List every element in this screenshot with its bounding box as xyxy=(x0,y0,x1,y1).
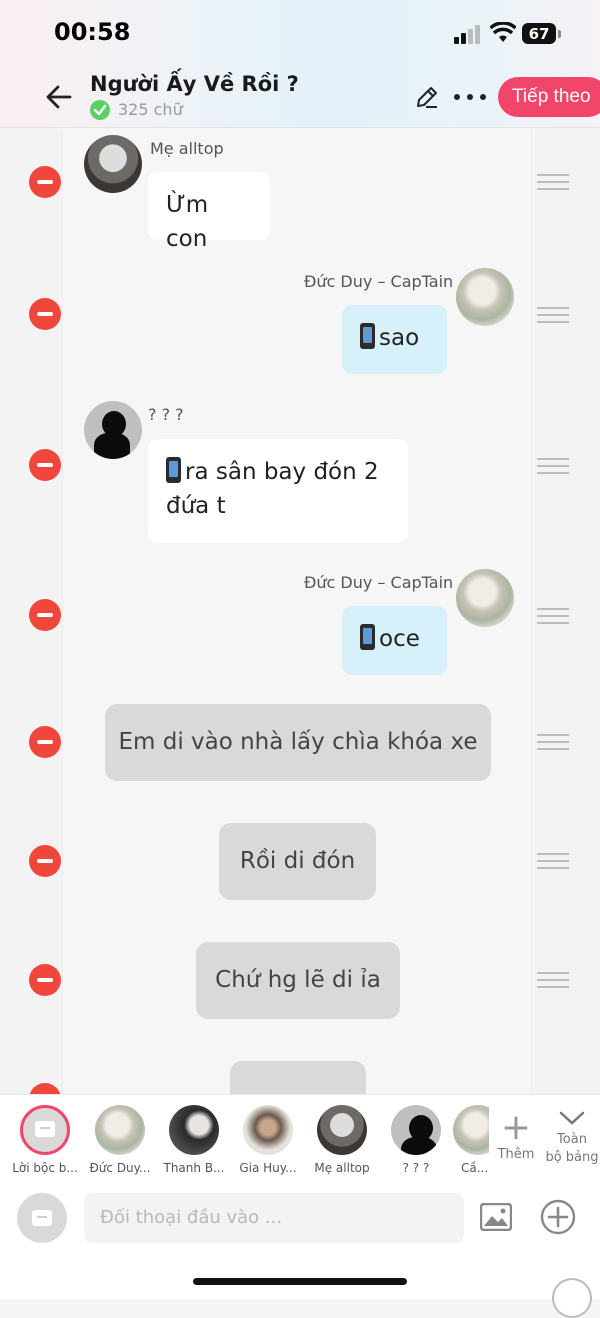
battery-icon: 67 xyxy=(522,23,556,44)
add-character-button[interactable]: + Thêm xyxy=(496,1107,536,1163)
plus-icon: + xyxy=(500,1107,532,1148)
image-icon[interactable] xyxy=(480,1203,512,1231)
character-narrator[interactable]: Lời bộc b... xyxy=(8,1105,82,1175)
check-icon xyxy=(90,100,110,120)
avatar xyxy=(453,1105,489,1155)
avatar xyxy=(84,401,142,459)
character-item[interactable]: Đức Duy... xyxy=(83,1105,157,1175)
plus-circle-icon[interactable] xyxy=(540,1199,576,1235)
signal-icon xyxy=(454,24,482,44)
chevron-down-icon xyxy=(559,1111,585,1125)
avatar xyxy=(456,569,514,627)
avatar xyxy=(84,135,142,193)
character-item[interactable]: Gia Huy... xyxy=(231,1105,305,1175)
avatar xyxy=(20,1105,70,1155)
avatar xyxy=(456,268,514,326)
avatar xyxy=(243,1105,293,1155)
speaker-name: Mẹ alltop xyxy=(150,139,224,158)
phone-icon xyxy=(360,624,375,650)
character-item[interactable]: ? ? ? xyxy=(379,1105,453,1175)
narration-bubble[interactable] xyxy=(230,1061,366,1094)
more-options-icon[interactable] xyxy=(454,84,486,110)
top-bar: 00:58 67 Người Ấy Về Rồi ? 325 chữ Tiếp … xyxy=(0,0,600,128)
avatar xyxy=(169,1105,219,1155)
drag-handle-icon[interactable] xyxy=(537,608,569,624)
character-item[interactable]: Cầ... xyxy=(453,1105,489,1175)
speaker-name: ? ? ? xyxy=(148,405,184,424)
message-bubble[interactable]: Ừm con xyxy=(148,172,270,252)
delete-message-button[interactable] xyxy=(29,845,61,877)
delete-message-button[interactable] xyxy=(29,298,61,330)
message-bubble[interactable]: sao xyxy=(342,305,447,374)
character-item[interactable]: Mẹ alltop xyxy=(305,1105,379,1175)
character-item[interactable]: Thanh B... xyxy=(157,1105,231,1175)
delete-message-button[interactable] xyxy=(29,726,61,758)
narration-bubble[interactable]: Rồi di đón xyxy=(219,823,376,900)
delete-message-button[interactable] xyxy=(29,449,61,481)
chat-list[interactable]: Mẹ alltop Ừm con Đức Duy – CapTain sao ?… xyxy=(0,129,600,1094)
phone-icon xyxy=(360,323,375,349)
drag-handle-icon[interactable] xyxy=(537,307,569,323)
narration-bubble[interactable]: Chứ hg lẽ di ỉa xyxy=(196,942,400,1019)
character-panel: Lời bộc b... Đức Duy... Thanh B... Gia H… xyxy=(0,1094,600,1299)
message-bubble[interactable]: oce xyxy=(342,606,447,675)
scroll-up-icon[interactable] xyxy=(552,1278,592,1318)
back-arrow-icon[interactable] xyxy=(44,82,74,112)
wifi-icon xyxy=(490,22,516,42)
narration-icon xyxy=(32,1210,52,1226)
status-time: 00:58 xyxy=(54,18,131,46)
speaker-name: Đức Duy – CapTain xyxy=(304,272,454,291)
expand-panel-button[interactable]: Toàn bộ bảng xyxy=(543,1109,600,1167)
phone-icon xyxy=(166,457,181,483)
dialogue-input[interactable]: Đối thoại đầu vào ... xyxy=(84,1193,464,1243)
avatar xyxy=(95,1105,145,1155)
delete-message-button[interactable] xyxy=(29,964,61,996)
drag-handle-icon[interactable] xyxy=(537,972,569,988)
page-title: Người Ấy Về Rồi ? xyxy=(90,72,299,96)
drag-handle-icon[interactable] xyxy=(537,458,569,474)
delete-message-button[interactable] xyxy=(29,599,61,631)
narration-bubble[interactable]: Em di vào nhà lấy chìa khóa xe xyxy=(105,704,491,781)
message-bubble[interactable]: ra sân bay đón 2 đứa t xyxy=(148,439,408,543)
word-count: 325 chữ xyxy=(118,100,183,119)
narration-toggle-button[interactable] xyxy=(17,1193,67,1243)
narration-icon xyxy=(35,1121,55,1137)
delete-message-button[interactable] xyxy=(29,166,61,198)
avatar xyxy=(317,1105,367,1155)
avatar xyxy=(391,1105,441,1155)
speaker-name: Đức Duy – CapTain xyxy=(304,573,454,592)
drag-handle-icon[interactable] xyxy=(537,853,569,869)
drag-handle-icon[interactable] xyxy=(537,734,569,750)
home-indicator xyxy=(193,1278,407,1285)
pencil-icon[interactable] xyxy=(414,84,440,110)
drag-handle-icon[interactable] xyxy=(537,174,569,190)
next-button[interactable]: Tiếp theo xyxy=(498,77,600,117)
